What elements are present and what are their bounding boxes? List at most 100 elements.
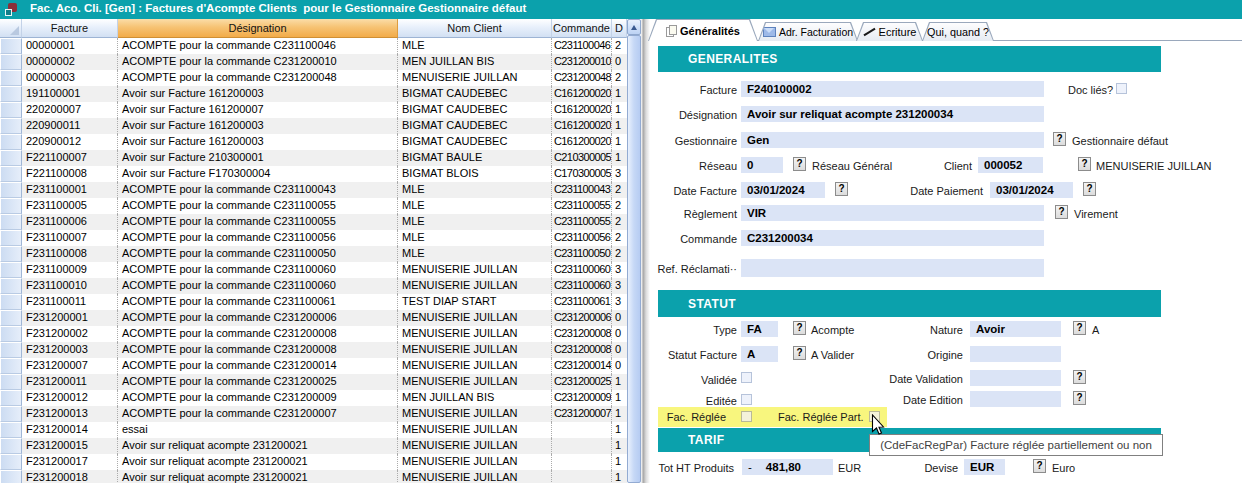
field-date-edition[interactable] [970, 391, 1061, 407]
field-statut-facture[interactable]: A [741, 346, 778, 362]
table-row[interactable]: F231200007 ACOMPTE pour la commande C231… [0, 358, 627, 374]
row-selector-cell[interactable] [0, 182, 22, 198]
field-tot-ht-produits[interactable]: -481,80 [742, 459, 833, 475]
table-row[interactable]: 220900012 Avoir sur Facture 161200003 BI… [0, 134, 627, 150]
row-selector-cell[interactable] [0, 214, 22, 230]
help-button-client[interactable]: ? [1078, 157, 1091, 171]
table-row[interactable]: F231200015 Avoir sur reliquat acompte 23… [0, 438, 627, 454]
help-button-nature[interactable]: ? [1073, 321, 1086, 335]
help-button-devise[interactable]: ? [1033, 459, 1046, 473]
field-reglement[interactable]: VIR [741, 205, 1044, 221]
help-button-type[interactable]: ? [793, 321, 806, 335]
tab-generalites[interactable]: Généralités [649, 20, 757, 41]
table-row[interactable]: F231100009 ACOMPTE pour la commande C231… [0, 262, 627, 278]
help-button-statut-facture[interactable]: ? [793, 346, 806, 360]
field-designation[interactable]: Avoir sur reliquat acompte 231200034 [741, 106, 1044, 122]
table-row[interactable]: F231200013 ACOMPTE pour la commande C231… [0, 406, 627, 422]
table-row[interactable]: F231100011 ACOMPTE pour la commande C231… [0, 294, 627, 310]
row-selector-cell[interactable] [0, 422, 22, 438]
row-selector-cell[interactable] [0, 118, 22, 134]
field-commande[interactable]: C231200034 [741, 230, 1044, 246]
tab-ecriture[interactable]: Ecriture [857, 23, 922, 41]
row-selector-cell[interactable] [0, 134, 22, 150]
field-gestionnaire[interactable]: Gen [741, 132, 1044, 148]
table-row[interactable]: F231200011 ACOMPTE pour la commande C231… [0, 374, 627, 390]
field-ref-reclamation[interactable] [741, 259, 1044, 277]
column-header-commande[interactable]: Commande [552, 19, 612, 38]
help-button-date-validation[interactable]: ? [1073, 370, 1086, 384]
column-header-nom-client[interactable]: Nom Client [398, 19, 552, 38]
row-selector-cell[interactable] [0, 246, 22, 262]
row-selector-cell[interactable] [0, 166, 22, 182]
row-selector-cell[interactable] [0, 470, 22, 483]
table-scrollbar[interactable] [627, 19, 641, 483]
table-row[interactable]: F231200003 ACOMPTE pour la commande C231… [0, 342, 627, 358]
row-selector-cell[interactable] [0, 198, 22, 214]
table-row[interactable]: F231200014 essai MENUISERIE JUILLAN 1 [0, 422, 627, 438]
table-row[interactable]: 00000001 ACOMPTE pour la commande C23110… [0, 38, 627, 54]
table-row[interactable]: 191100001 Avoir sur Facture 161200003 BI… [0, 86, 627, 102]
column-header-d[interactable]: D [612, 19, 627, 38]
table-row[interactable]: F231200002 ACOMPTE pour la commande C231… [0, 326, 627, 342]
table-row[interactable]: 220200007 Avoir sur Facture 161200007 BI… [0, 102, 627, 118]
help-button-date-paiement[interactable]: ? [1083, 182, 1096, 196]
table-row[interactable]: F231200001 ACOMPTE pour la commande C231… [0, 310, 627, 326]
row-selector-cell[interactable] [0, 454, 22, 470]
checkbox-validee[interactable] [741, 372, 752, 383]
scrollbar-thumb[interactable] [627, 35, 641, 483]
row-selector-cell[interactable] [0, 294, 22, 310]
help-button-reglement[interactable]: ? [1055, 205, 1068, 219]
tab-adr-facturation[interactable]: Adr. Facturation [759, 23, 857, 41]
column-header-facture[interactable]: Facture [22, 19, 118, 38]
table-row[interactable]: 220900011 Avoir sur Facture 161200003 BI… [0, 118, 627, 134]
row-selector-cell[interactable] [0, 390, 22, 406]
table-row[interactable]: F231200012 ACOMPTE pour la commande C231… [0, 390, 627, 406]
tab-qui-quand[interactable]: Qui, quand ? [923, 23, 993, 41]
checkbox-editee[interactable] [741, 394, 752, 405]
table-row[interactable]: F231100008 ACOMPTE pour la commande C231… [0, 246, 627, 262]
table-corner-cell[interactable] [0, 19, 22, 38]
row-selector-cell[interactable] [0, 86, 22, 102]
table-row[interactable]: F231100010 ACOMPTE pour la commande C231… [0, 278, 627, 294]
row-selector-cell[interactable] [0, 230, 22, 246]
scrollbar-up-arrow[interactable] [627, 19, 641, 35]
table-row[interactable]: F231100005 ACOMPTE pour la commande C231… [0, 198, 627, 214]
table-row[interactable]: F231100001 ACOMPTE pour la commande C231… [0, 182, 627, 198]
checkbox-doc-lies[interactable] [1116, 83, 1127, 94]
row-selector-cell[interactable] [0, 358, 22, 374]
field-client[interactable]: 000052 [978, 157, 1043, 173]
row-selector-cell[interactable] [0, 38, 22, 54]
row-selector-cell[interactable] [0, 374, 22, 390]
row-selector-cell[interactable] [0, 54, 22, 70]
row-selector-cell[interactable] [0, 150, 22, 166]
field-date-facture[interactable]: 03/01/2024 [741, 182, 825, 198]
column-header-designation[interactable]: Désignation [118, 19, 398, 38]
row-selector-cell[interactable] [0, 262, 22, 278]
table-row[interactable]: F231100007 ACOMPTE pour la commande C231… [0, 230, 627, 246]
table-row[interactable]: F221100008 Avoir sur Facture F170300004 … [0, 166, 627, 182]
field-nature[interactable]: Avoir [970, 321, 1061, 337]
row-selector-cell[interactable] [0, 102, 22, 118]
field-origine[interactable] [970, 346, 1061, 362]
table-row[interactable]: F221100007 Avoir sur Facture 210300001 B… [0, 150, 627, 166]
table-row[interactable]: F231200018 Avoir sur reliquat acompte 23… [0, 470, 627, 483]
row-selector-cell[interactable] [0, 438, 22, 454]
table-row[interactable]: 00000002 ACOMPTE pour la commande C23120… [0, 54, 627, 70]
field-devise[interactable]: EUR [964, 459, 1005, 475]
field-date-paiement[interactable]: 03/01/2024 [990, 182, 1073, 198]
table-row[interactable]: F231100006 ACOMPTE pour la commande C231… [0, 214, 627, 230]
row-selector-cell[interactable] [0, 326, 22, 342]
table-row[interactable]: F231200017 Avoir sur reliquat acompte 23… [0, 454, 627, 470]
row-selector-cell[interactable] [0, 278, 22, 294]
help-button-gestionnaire[interactable]: ? [1053, 132, 1066, 146]
field-date-validation[interactable] [970, 370, 1061, 386]
table-row[interactable]: 00000003 ACOMPTE pour la commande C23120… [0, 70, 627, 86]
row-selector-cell[interactable] [0, 70, 22, 86]
help-button-date-edition[interactable]: ? [1073, 391, 1086, 405]
help-button-reseau[interactable]: ? [793, 157, 806, 171]
field-type[interactable]: FA [741, 321, 778, 337]
row-selector-cell[interactable] [0, 342, 22, 358]
help-button-date-facture[interactable]: ? [835, 182, 848, 196]
field-facture[interactable]: F240100002 [741, 81, 1044, 97]
checkbox-fac-reglee[interactable] [741, 411, 752, 422]
